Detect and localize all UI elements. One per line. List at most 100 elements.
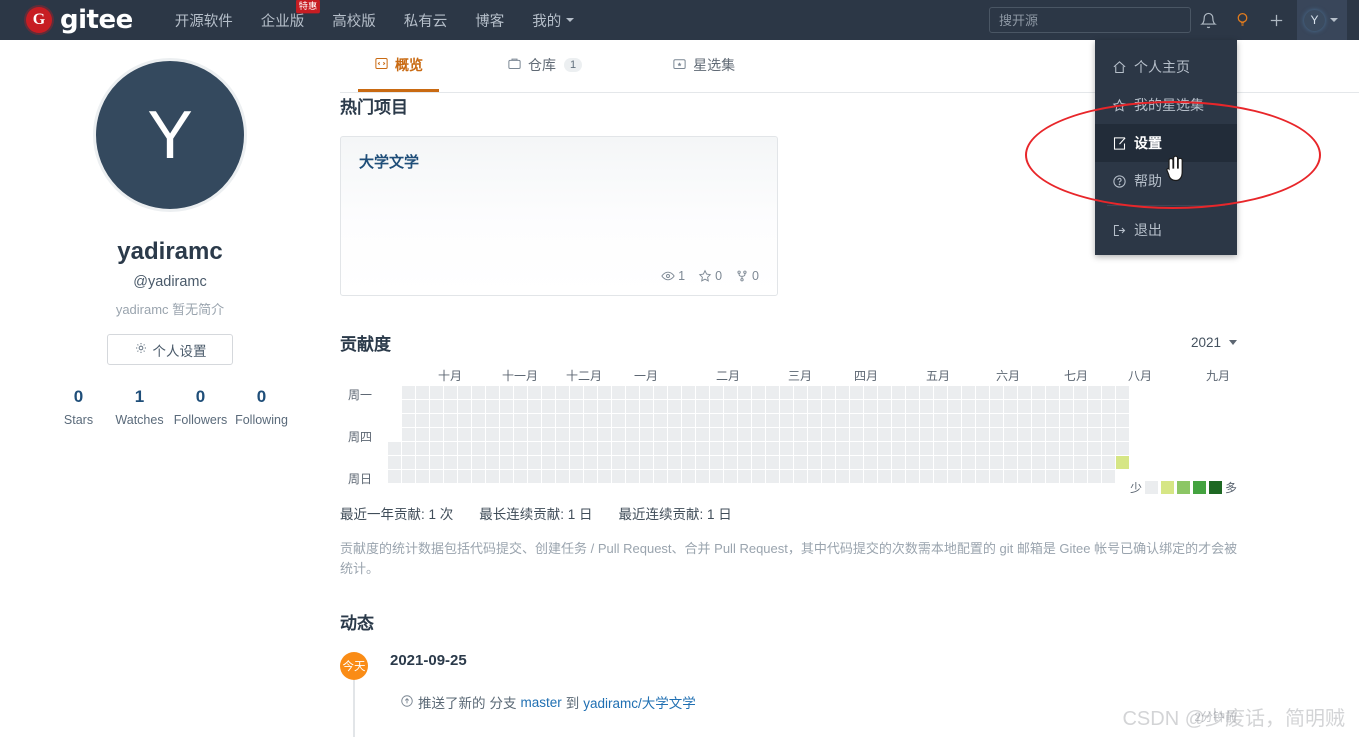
calendar-day-cell[interactable] [836, 470, 849, 483]
calendar-day-cell[interactable] [612, 414, 625, 427]
calendar-day-cell[interactable] [1102, 414, 1115, 427]
calendar-day-cell[interactable] [822, 442, 835, 455]
calendar-day-cell[interactable] [1074, 470, 1087, 483]
calendar-day-cell[interactable] [626, 470, 639, 483]
calendar-day-cell[interactable] [1060, 456, 1073, 469]
calendar-day-cell[interactable] [780, 456, 793, 469]
calendar-day-cell[interactable] [654, 470, 667, 483]
calendar-day-cell[interactable] [948, 456, 961, 469]
calendar-day-cell[interactable] [850, 470, 863, 483]
calendar-day-cell[interactable] [752, 386, 765, 399]
calendar-day-cell[interactable] [920, 400, 933, 413]
calendar-day-cell[interactable] [934, 456, 947, 469]
calendar-day-cell[interactable] [724, 428, 737, 441]
calendar-day-cell[interactable] [458, 470, 471, 483]
calendar-day-cell[interactable] [654, 400, 667, 413]
calendar-day-cell[interactable] [864, 428, 877, 441]
calendar-day-cell[interactable] [724, 414, 737, 427]
calendar-day-cell[interactable] [598, 428, 611, 441]
calendar-day-cell[interactable] [682, 400, 695, 413]
tab-repositories[interactable]: 仓库 1 [491, 40, 598, 92]
calendar-day-cell[interactable] [1018, 414, 1031, 427]
calendar-day-cell[interactable] [1060, 386, 1073, 399]
calendar-day-cell[interactable] [780, 428, 793, 441]
calendar-day-cell[interactable] [752, 428, 765, 441]
calendar-day-cell[interactable] [1102, 470, 1115, 483]
calendar-day-cell[interactable] [486, 414, 499, 427]
calendar-day-cell[interactable] [1102, 400, 1115, 413]
calendar-day-cell[interactable] [444, 414, 457, 427]
calendar-day-cell[interactable] [1032, 386, 1045, 399]
nav-item-blog[interactable]: 博客 [475, 0, 504, 40]
menu-item-logout[interactable]: 退出 [1095, 211, 1237, 249]
calendar-day-cell[interactable] [444, 456, 457, 469]
calendar-day-cell[interactable] [430, 428, 443, 441]
calendar-day-cell[interactable] [458, 400, 471, 413]
calendar-day-cell[interactable] [472, 428, 485, 441]
calendar-day-cell[interactable] [1018, 428, 1031, 441]
tab-starred[interactable]: 星选集 [656, 40, 751, 92]
calendar-day-cell[interactable] [612, 400, 625, 413]
stat-followers[interactable]: 0 Followers [170, 387, 231, 427]
calendar-day-cell[interactable] [1074, 400, 1087, 413]
calendar-day-cell[interactable] [1032, 470, 1045, 483]
calendar-day-cell[interactable] [598, 386, 611, 399]
calendar-day-cell[interactable] [1102, 442, 1115, 455]
calendar-day-cell[interactable] [1032, 400, 1045, 413]
calendar-day-cell[interactable] [626, 400, 639, 413]
calendar-day-cell[interactable] [1116, 456, 1129, 469]
calendar-day-cell[interactable] [864, 400, 877, 413]
gitee-logo[interactable]: G gitee [26, 5, 133, 35]
calendar-day-cell[interactable] [486, 456, 499, 469]
calendar-day-cell[interactable] [990, 386, 1003, 399]
calendar-day-cell[interactable] [1060, 400, 1073, 413]
calendar-day-cell[interactable] [822, 414, 835, 427]
calendar-day-cell[interactable] [668, 456, 681, 469]
calendar-day-cell[interactable] [976, 442, 989, 455]
calendar-day-cell[interactable] [976, 414, 989, 427]
nav-item-mine[interactable]: 我的 [532, 0, 575, 40]
calendar-day-cell[interactable] [1060, 442, 1073, 455]
calendar-day-cell[interactable] [976, 456, 989, 469]
calendar-day-cell[interactable] [906, 386, 919, 399]
calendar-day-cell[interactable] [682, 442, 695, 455]
calendar-day-cell[interactable] [948, 428, 961, 441]
calendar-day-cell[interactable] [1074, 386, 1087, 399]
calendar-day-cell[interactable] [696, 456, 709, 469]
calendar-day-cell[interactable] [696, 428, 709, 441]
calendar-day-cell[interactable] [990, 400, 1003, 413]
calendar-day-cell[interactable] [878, 428, 891, 441]
calendar-day-cell[interactable] [794, 470, 807, 483]
calendar-day-cell[interactable] [668, 428, 681, 441]
calendar-day-cell[interactable] [878, 442, 891, 455]
calendar-day-cell[interactable] [430, 386, 443, 399]
calendar-day-cell[interactable] [724, 386, 737, 399]
calendar-day-cell[interactable] [654, 386, 667, 399]
calendar-day-cell[interactable] [906, 428, 919, 441]
notifications-bell-icon[interactable] [1191, 0, 1225, 40]
calendar-day-cell[interactable] [682, 414, 695, 427]
calendar-day-cell[interactable] [1116, 386, 1129, 399]
calendar-day-cell[interactable] [402, 428, 415, 441]
calendar-day-cell[interactable] [542, 400, 555, 413]
calendar-day-cell[interactable] [430, 400, 443, 413]
calendar-grid[interactable] [388, 386, 1359, 484]
user-menu-button[interactable]: Y [1297, 0, 1347, 40]
calendar-day-cell[interactable] [416, 386, 429, 399]
calendar-day-cell[interactable] [598, 456, 611, 469]
calendar-day-cell[interactable] [584, 470, 597, 483]
calendar-day-cell[interactable] [528, 428, 541, 441]
calendar-day-cell[interactable] [584, 428, 597, 441]
calendar-day-cell[interactable] [906, 414, 919, 427]
calendar-day-cell[interactable] [514, 470, 527, 483]
calendar-day-cell[interactable] [612, 428, 625, 441]
year-selector[interactable]: 2021 [1191, 335, 1237, 350]
calendar-day-cell[interactable] [962, 456, 975, 469]
calendar-day-cell[interactable] [444, 428, 457, 441]
calendar-day-cell[interactable] [1060, 470, 1073, 483]
calendar-day-cell[interactable] [556, 400, 569, 413]
calendar-day-cell[interactable] [794, 414, 807, 427]
calendar-day-cell[interactable] [794, 442, 807, 455]
calendar-day-cell[interactable] [738, 442, 751, 455]
calendar-day-cell[interactable] [416, 442, 429, 455]
